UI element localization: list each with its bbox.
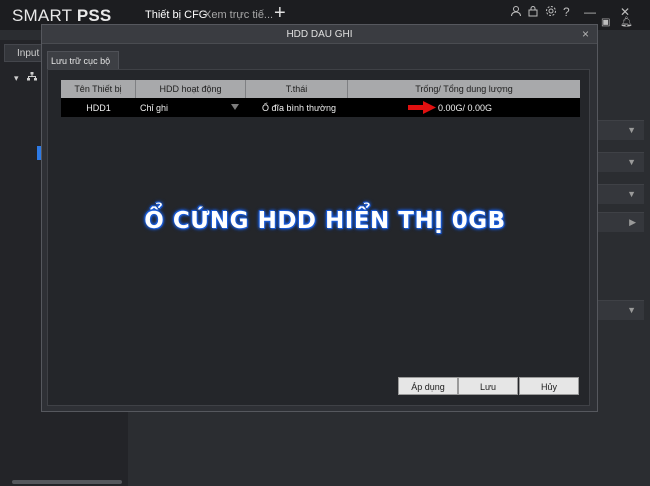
column-header-hdd-mode: HDD hoạt động (136, 80, 246, 98)
dialog-title: HDD DAU GHI (286, 29, 353, 40)
gear-icon[interactable] (545, 5, 557, 20)
app-logo: SMART PSS (12, 6, 112, 25)
tab-live-view[interactable]: Xem trực tiế... (204, 9, 273, 21)
apply-button[interactable]: Áp dụng (398, 377, 458, 395)
table-header: Tên Thiết bị HDD hoạt động T.thái Trống/… (61, 80, 580, 98)
cell-device: HDD1 (86, 103, 111, 113)
overlay-caption: Ổ CỨNG HDD HIỂN THỊ 0GB (144, 208, 506, 234)
network-icon (27, 72, 38, 83)
chevron-down-icon[interactable] (231, 104, 239, 110)
chevron-down-icon: ▼ (627, 125, 636, 135)
cell-status: Ổ đĩa bình thường (262, 103, 336, 113)
dialog-content: Tên Thiết bị HDD hoạt động T.thái Trống/… (47, 69, 590, 406)
tree-expand[interactable]: ▾ (14, 72, 38, 84)
lock-icon[interactable] (527, 5, 539, 20)
add-tab-button[interactable]: + (274, 3, 286, 23)
right-list-item[interactable]: ▼ (598, 152, 644, 172)
right-list-item[interactable]: ▼ (598, 184, 644, 204)
column-header-status: T.thái (246, 80, 348, 98)
horizontal-scrollbar[interactable] (12, 480, 122, 484)
right-panel: ▼ ▼ ▼ ▶ ▼ (598, 40, 650, 486)
close-icon[interactable]: × (582, 27, 589, 41)
dialog-titlebar[interactable]: HDD DAU GHI × (42, 25, 597, 44)
chevron-down-icon: ▼ (627, 305, 636, 315)
display-icon[interactable]: ▣ (601, 17, 610, 28)
user-icon[interactable] (510, 5, 522, 20)
chevron-down-icon: ▼ (627, 189, 636, 199)
save-button[interactable]: Lưu (458, 377, 518, 395)
red-arrow-icon (408, 101, 436, 114)
tab-device-cfg[interactable]: Thiết bị CFG (145, 9, 207, 21)
bell-icon[interactable]: 🔔︎ (620, 17, 633, 28)
help-icon[interactable]: ? (563, 5, 570, 19)
right-list-item[interactable]: ▼ (598, 120, 644, 140)
minimize-icon[interactable]: — (584, 5, 596, 19)
cancel-button[interactable]: Hủy (519, 377, 579, 395)
column-header-capacity: Trống/ Tổng dung lượng (415, 84, 513, 94)
hdd-table: Tên Thiết bị HDD hoạt động T.thái Trống/… (61, 80, 580, 117)
chevron-down-icon: ▼ (627, 157, 636, 167)
column-header-device: Tên Thiết bị (61, 80, 136, 98)
input-tab[interactable]: Input S (4, 44, 44, 62)
tab-local-storage[interactable]: Lưu trữ cục bộ (47, 51, 119, 69)
chevron-down-icon[interactable]: ▾ (14, 73, 19, 83)
right-list-item[interactable]: ▼ (598, 300, 644, 320)
mode-select[interactable]: Chỉ ghi (140, 98, 240, 117)
table-row[interactable]: HDD1 Chỉ ghi Ổ đĩa bình thường 0.00G/ 0.… (61, 98, 580, 117)
cell-capacity: 0.00G/ 0.00G (438, 103, 493, 113)
